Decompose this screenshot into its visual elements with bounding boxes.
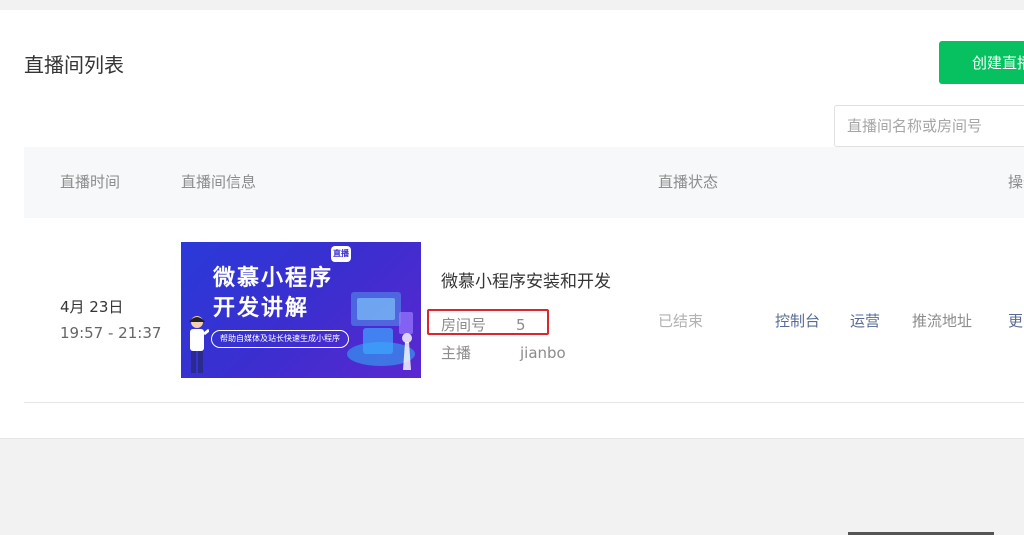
cover-live-badge: 直播: [331, 246, 351, 262]
create-live-room-button[interactable]: 创建直播间: [939, 41, 1024, 84]
cover-title-line2: 开发讲解: [213, 296, 310, 321]
header-actions: 操作: [1008, 173, 1024, 191]
table-header: 直播时间 直播间信息 直播状态 操作: [24, 147, 1024, 218]
live-date: 4月 23日: [60, 298, 124, 316]
live-room-panel: 直播间列表 创建直播间 直播时间 直播间信息 直播状态 操作 4月 23日 19…: [0, 10, 1024, 439]
operate-link[interactable]: 运营: [850, 310, 880, 332]
anchor-label: 主播: [441, 344, 472, 362]
push-url-link[interactable]: 推流地址: [912, 310, 972, 332]
header-live-status: 直播状态: [658, 173, 719, 191]
live-time-range: 19:57 - 21:37: [60, 324, 162, 342]
more-link[interactable]: 更多: [1008, 310, 1024, 332]
status-text: 已结束: [658, 312, 704, 330]
room-cover-image[interactable]: 微慕小程序 开发讲解 帮助自媒体及站长快速生成小程序 直播: [181, 242, 421, 378]
room-number-highlight-box: [427, 309, 549, 335]
search-input[interactable]: [834, 105, 1024, 147]
console-link[interactable]: 控制台: [775, 310, 820, 332]
cover-title-line1: 微慕小程序: [213, 266, 334, 291]
room-name: 微慕小程序安装和开发: [441, 272, 611, 292]
header-live-time: 直播时间: [60, 173, 121, 191]
table-row: 4月 23日 19:57 - 21:37 微慕小程序 开发讲解 帮助自媒体及站长…: [24, 218, 1024, 403]
cover-subtitle: 帮助自媒体及站长快速生成小程序: [211, 330, 349, 348]
page-title: 直播间列表: [24, 53, 124, 77]
cover-illustration-icon: [347, 292, 415, 370]
anchor-name: jianbo: [520, 344, 566, 362]
header-room-info: 直播间信息: [181, 173, 257, 191]
presenter-figure-icon: [189, 316, 209, 373]
